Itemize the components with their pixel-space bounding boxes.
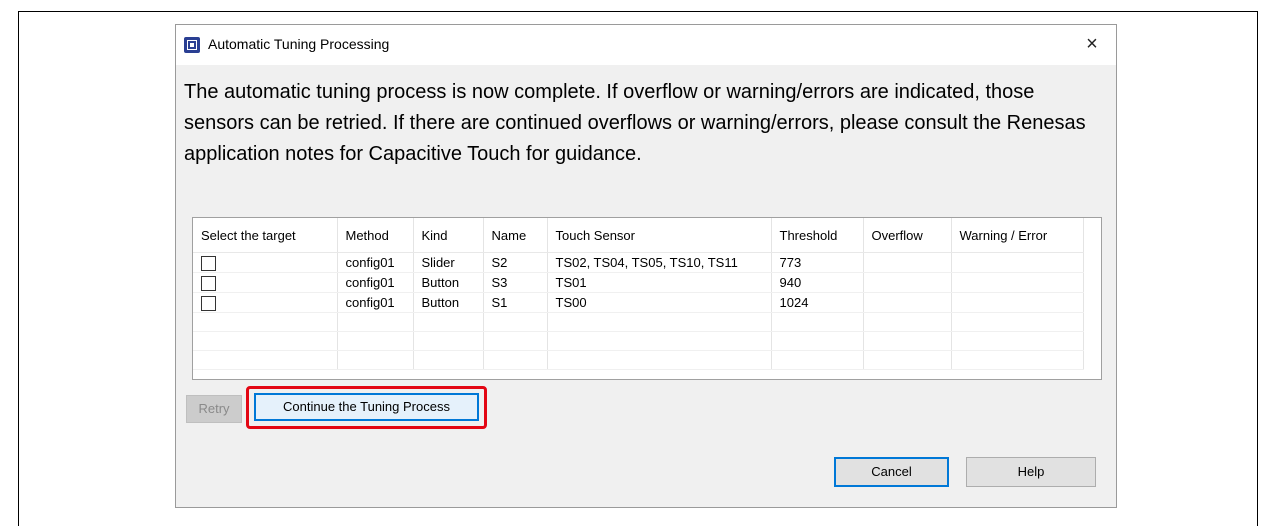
- cell-warning-error: [951, 252, 1084, 273]
- cell-overflow: [863, 292, 952, 313]
- col-method[interactable]: Method: [337, 218, 414, 253]
- cell-name: S2: [483, 252, 548, 273]
- tuning-dialog: Automatic Tuning Processing × The automa…: [175, 24, 1117, 508]
- cell-name: S3: [483, 272, 548, 293]
- table-row[interactable]: config01 Slider S2 TS02, TS04, TS05, TS1…: [193, 252, 1084, 273]
- dialog-title: Automatic Tuning Processing: [208, 36, 390, 52]
- cell-touch-sensor: TS00: [547, 292, 772, 313]
- cell-kind: Button: [413, 272, 484, 293]
- table-row[interactable]: config01 Button S1 TS00 1024: [193, 292, 1084, 313]
- cell-overflow: [863, 272, 952, 293]
- col-threshold[interactable]: Threshold: [771, 218, 864, 253]
- select-checkbox[interactable]: [201, 275, 216, 291]
- col-warning-error[interactable]: Warning / Error: [951, 218, 1084, 253]
- cell-warning-error: [951, 292, 1084, 313]
- cell-threshold: 773: [771, 252, 864, 273]
- results-table: Select the target Method Kind Name Touch…: [192, 217, 1102, 380]
- empty-row: [193, 312, 1084, 332]
- cell-warning-error: [951, 272, 1084, 293]
- retry-button[interactable]: Retry: [186, 395, 242, 423]
- col-name[interactable]: Name: [483, 218, 548, 253]
- cell-kind: Button: [413, 292, 484, 313]
- empty-row: [193, 331, 1084, 351]
- col-touch-sensor[interactable]: Touch Sensor: [547, 218, 772, 253]
- col-select-target[interactable]: Select the target: [193, 218, 338, 253]
- title-bar[interactable]: Automatic Tuning Processing ×: [176, 25, 1116, 65]
- cell-threshold: 940: [771, 272, 864, 293]
- help-button[interactable]: Help: [966, 457, 1096, 487]
- select-checkbox[interactable]: [201, 255, 216, 271]
- select-checkbox[interactable]: [201, 295, 216, 311]
- cell-method: config01: [337, 292, 414, 313]
- cell-touch-sensor: TS01: [547, 272, 772, 293]
- table-header: Select the target Method Kind Name Touch…: [193, 218, 1084, 253]
- cell-method: config01: [337, 252, 414, 273]
- completion-message: The automatic tuning process is now comp…: [184, 81, 1086, 165]
- cell-touch-sensor: TS02, TS04, TS05, TS10, TS11: [547, 252, 772, 273]
- table-row[interactable]: config01 Button S3 TS01 940: [193, 272, 1084, 293]
- cell-threshold: 1024: [771, 292, 864, 313]
- cell-kind: Slider: [413, 252, 484, 273]
- col-overflow[interactable]: Overflow: [863, 218, 952, 253]
- cell-name: S1: [483, 292, 548, 313]
- cancel-button[interactable]: Cancel: [834, 457, 949, 487]
- empty-row: [193, 350, 1084, 370]
- cell-overflow: [863, 252, 952, 273]
- close-icon[interactable]: ×: [1076, 29, 1108, 59]
- col-kind[interactable]: Kind: [413, 218, 484, 253]
- continue-tuning-button[interactable]: Continue the Tuning Process: [254, 393, 479, 421]
- cell-method: config01: [337, 272, 414, 293]
- renesas-chip-icon: [184, 37, 200, 53]
